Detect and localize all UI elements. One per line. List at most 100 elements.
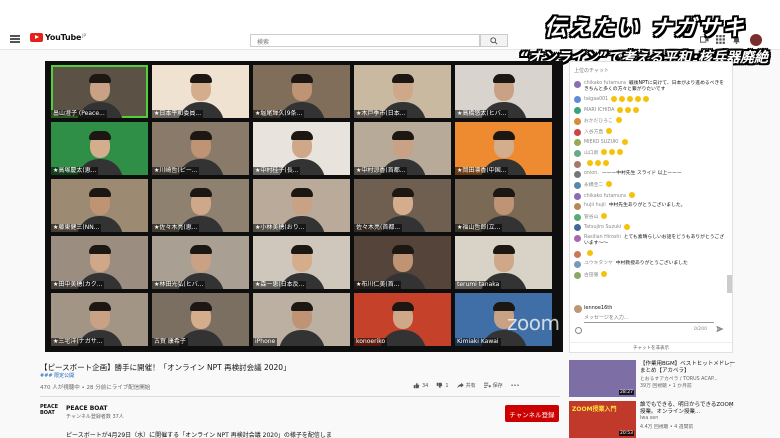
chat-message: MIEKO SUZUKI: [570, 137, 732, 148]
clap-emoji-icon: [617, 149, 624, 156]
clap-emoji-icon: [606, 128, 613, 135]
chat-message-text: 中村先生ありがとうございました。: [608, 202, 686, 208]
video-visibility-tag[interactable]: ### 限定公開: [40, 372, 74, 379]
participant-tile: ★岡田凛香(中国...: [455, 122, 552, 175]
participant-tile: terumi tanaka: [455, 236, 552, 289]
clap-emoji-icon: [619, 95, 626, 102]
video-player[interactable]: 畠山澄子 (Peace... ★日本平和委員... ★堀尾輝久(9条... ★木戸季市…: [45, 61, 563, 352]
divider: [40, 396, 560, 397]
participant-tile: ★堀尾輝久(9条...: [253, 65, 350, 118]
clap-emoji-icon: [606, 181, 613, 188]
participant-hair: [88, 188, 111, 197]
chat-author-avatar: [574, 139, 581, 147]
participant-name: ★三宅洋(ナガサ...: [51, 338, 105, 346]
related-video-title[interactable]: 誰でもできる、明日からできるZOOM授業。オンライン授業...: [640, 402, 738, 416]
channel-name[interactable]: PEACE BOAT: [66, 405, 108, 412]
dislike-button[interactable]: 1: [436, 382, 449, 389]
chat-author-name: 入谷方直: [584, 129, 604, 135]
notifications-icon[interactable]: [732, 35, 741, 44]
participant-hair: [189, 74, 212, 83]
chat-message-text: 中村教授ありがとうございました: [615, 260, 688, 266]
related-videos: 28:27 【作業用BGM】ベストヒットメドレーまとめ【アカペラ】とおるすアカペラ…: [569, 360, 739, 438]
share-button[interactable]: 共有: [456, 382, 476, 389]
search-button[interactable]: [480, 34, 508, 47]
related-video-channel: とおるすアカペラ / TORUS ACAP...: [640, 377, 718, 382]
chat-author-avatar: [574, 81, 581, 88]
participant-tile: konoeriko: [354, 293, 451, 346]
participant-name: ★小林美穂(おり...: [253, 224, 307, 232]
participant-hair: [492, 74, 515, 83]
participant-hair: [290, 245, 313, 254]
participant-name: ★田中美穂(カク...: [51, 281, 105, 289]
clap-emoji-icon: [617, 106, 624, 113]
chat-message: 古田徹: [570, 270, 732, 281]
chat-message-list[interactable]: chikako futamura 戦後NPTに向けて、日本がより進めるべきをきちん…: [570, 79, 732, 301]
chat-author-avatar: [574, 271, 581, 279]
participant-tile: ★田中美穂(カク...: [51, 236, 148, 289]
account-avatar[interactable]: [749, 33, 763, 47]
related-video-item[interactable]: ZOOM授業入門 20:53 誰でもできる、明日からできるZOOM授業。オンライン授…: [569, 401, 739, 438]
hide-chat-button[interactable]: チャットを非表示: [570, 342, 732, 351]
participant-name: 畠山澄子 (Peace...: [51, 110, 107, 118]
participant-tile: ★藤東健三(NN...: [51, 179, 148, 232]
chat-author-avatar: [574, 96, 581, 104]
subscribe-button[interactable]: チャンネル登録: [505, 405, 559, 422]
participant-tile: ★高塚慶太(恵...: [51, 122, 148, 175]
participant-name: ★森一恵(日本反...: [253, 281, 307, 289]
chat-user-name: lennoe16th: [584, 305, 613, 311]
chat-author-name: Rasilian Hiroshi: [584, 234, 621, 240]
participant-hair: [391, 302, 414, 311]
related-video-item[interactable]: 28:27 【作業用BGM】ベストヒットメドレーまとめ【アカペラ】とおるすアカペラ…: [569, 360, 739, 398]
chat-user-avatar: [574, 305, 582, 313]
save-button[interactable]: 保存: [483, 382, 503, 389]
search-input[interactable]: 検索: [250, 34, 480, 47]
menu-icon[interactable]: [10, 35, 20, 43]
page-scrollbar-thumb[interactable]: [727, 275, 732, 293]
participant-tile: ★中村桂子(長...: [253, 122, 350, 175]
share-label: 共有: [465, 383, 476, 389]
zoom-watermark: zoom: [507, 311, 560, 335]
playlist-add-icon: [483, 382, 491, 388]
more-options-icon[interactable]: ⋮: [728, 361, 734, 368]
chat-message: 管谷山: [570, 212, 732, 223]
send-icon[interactable]: [716, 325, 724, 333]
chat-message-input[interactable]: [584, 313, 714, 323]
channel-logo[interactable]: PEACE BOAT: [40, 404, 60, 418]
participant-name: konoeriko: [354, 338, 388, 346]
clap-emoji-icon: [611, 95, 618, 102]
participant-name: ★林田光弘(ヒバ...: [152, 281, 206, 289]
participant-name: ★佐々木亮(恵...: [152, 224, 200, 232]
like-button[interactable]: 34: [413, 382, 428, 389]
participant-name: ★川崎哲(ピー...: [152, 167, 200, 175]
participant-tile: ★林田光弘(ヒバ...: [152, 236, 249, 289]
chat-author-name: chikako futamura: [584, 193, 626, 199]
participant-hair: [189, 302, 212, 311]
related-video-title[interactable]: 【作業用BGM】ベストヒットメドレーまとめ【アカペラ】: [640, 361, 738, 375]
more-options-icon[interactable]: ⋮: [728, 402, 734, 409]
chat-author-name: 山口新: [584, 150, 599, 156]
participant-name: ★中村桂子(長...: [253, 167, 301, 175]
create-video-icon[interactable]: [700, 35, 709, 44]
clap-emoji-icon: [609, 149, 616, 156]
share-icon: [456, 382, 464, 389]
participant-name: ★中村涼香(首都...: [354, 167, 408, 175]
chat-mode-selector[interactable]: 上位のチャット: [574, 67, 609, 74]
more-actions-button[interactable]: •••: [511, 383, 520, 389]
related-video-thumbnail[interactable]: 28:27: [569, 360, 636, 397]
youtube-header: YouTube JP 検索: [0, 0, 780, 50]
emoji-picker-icon[interactable]: [575, 327, 582, 334]
related-video-thumbnail[interactable]: ZOOM授業入門 20:53: [569, 401, 636, 438]
youtube-logo[interactable]: YouTube JP: [30, 33, 86, 42]
participant-hair: [492, 131, 515, 140]
participant-name: ★布川仁美(首...: [354, 281, 402, 289]
related-video-channel: Iwa sen: [640, 416, 659, 421]
chat-author-avatar: [574, 261, 581, 269]
participant-body: [278, 330, 325, 346]
thumbs-up-icon: [413, 382, 420, 389]
apps-icon[interactable]: [716, 35, 725, 44]
participant-tile: ★木戸季市(日本...: [354, 65, 451, 118]
chat-author-name: おかだひろこ: [584, 118, 613, 124]
video-duration: 28:27: [619, 390, 634, 395]
clap-emoji-icon: [627, 95, 634, 102]
clap-emoji-icon: [601, 271, 608, 278]
